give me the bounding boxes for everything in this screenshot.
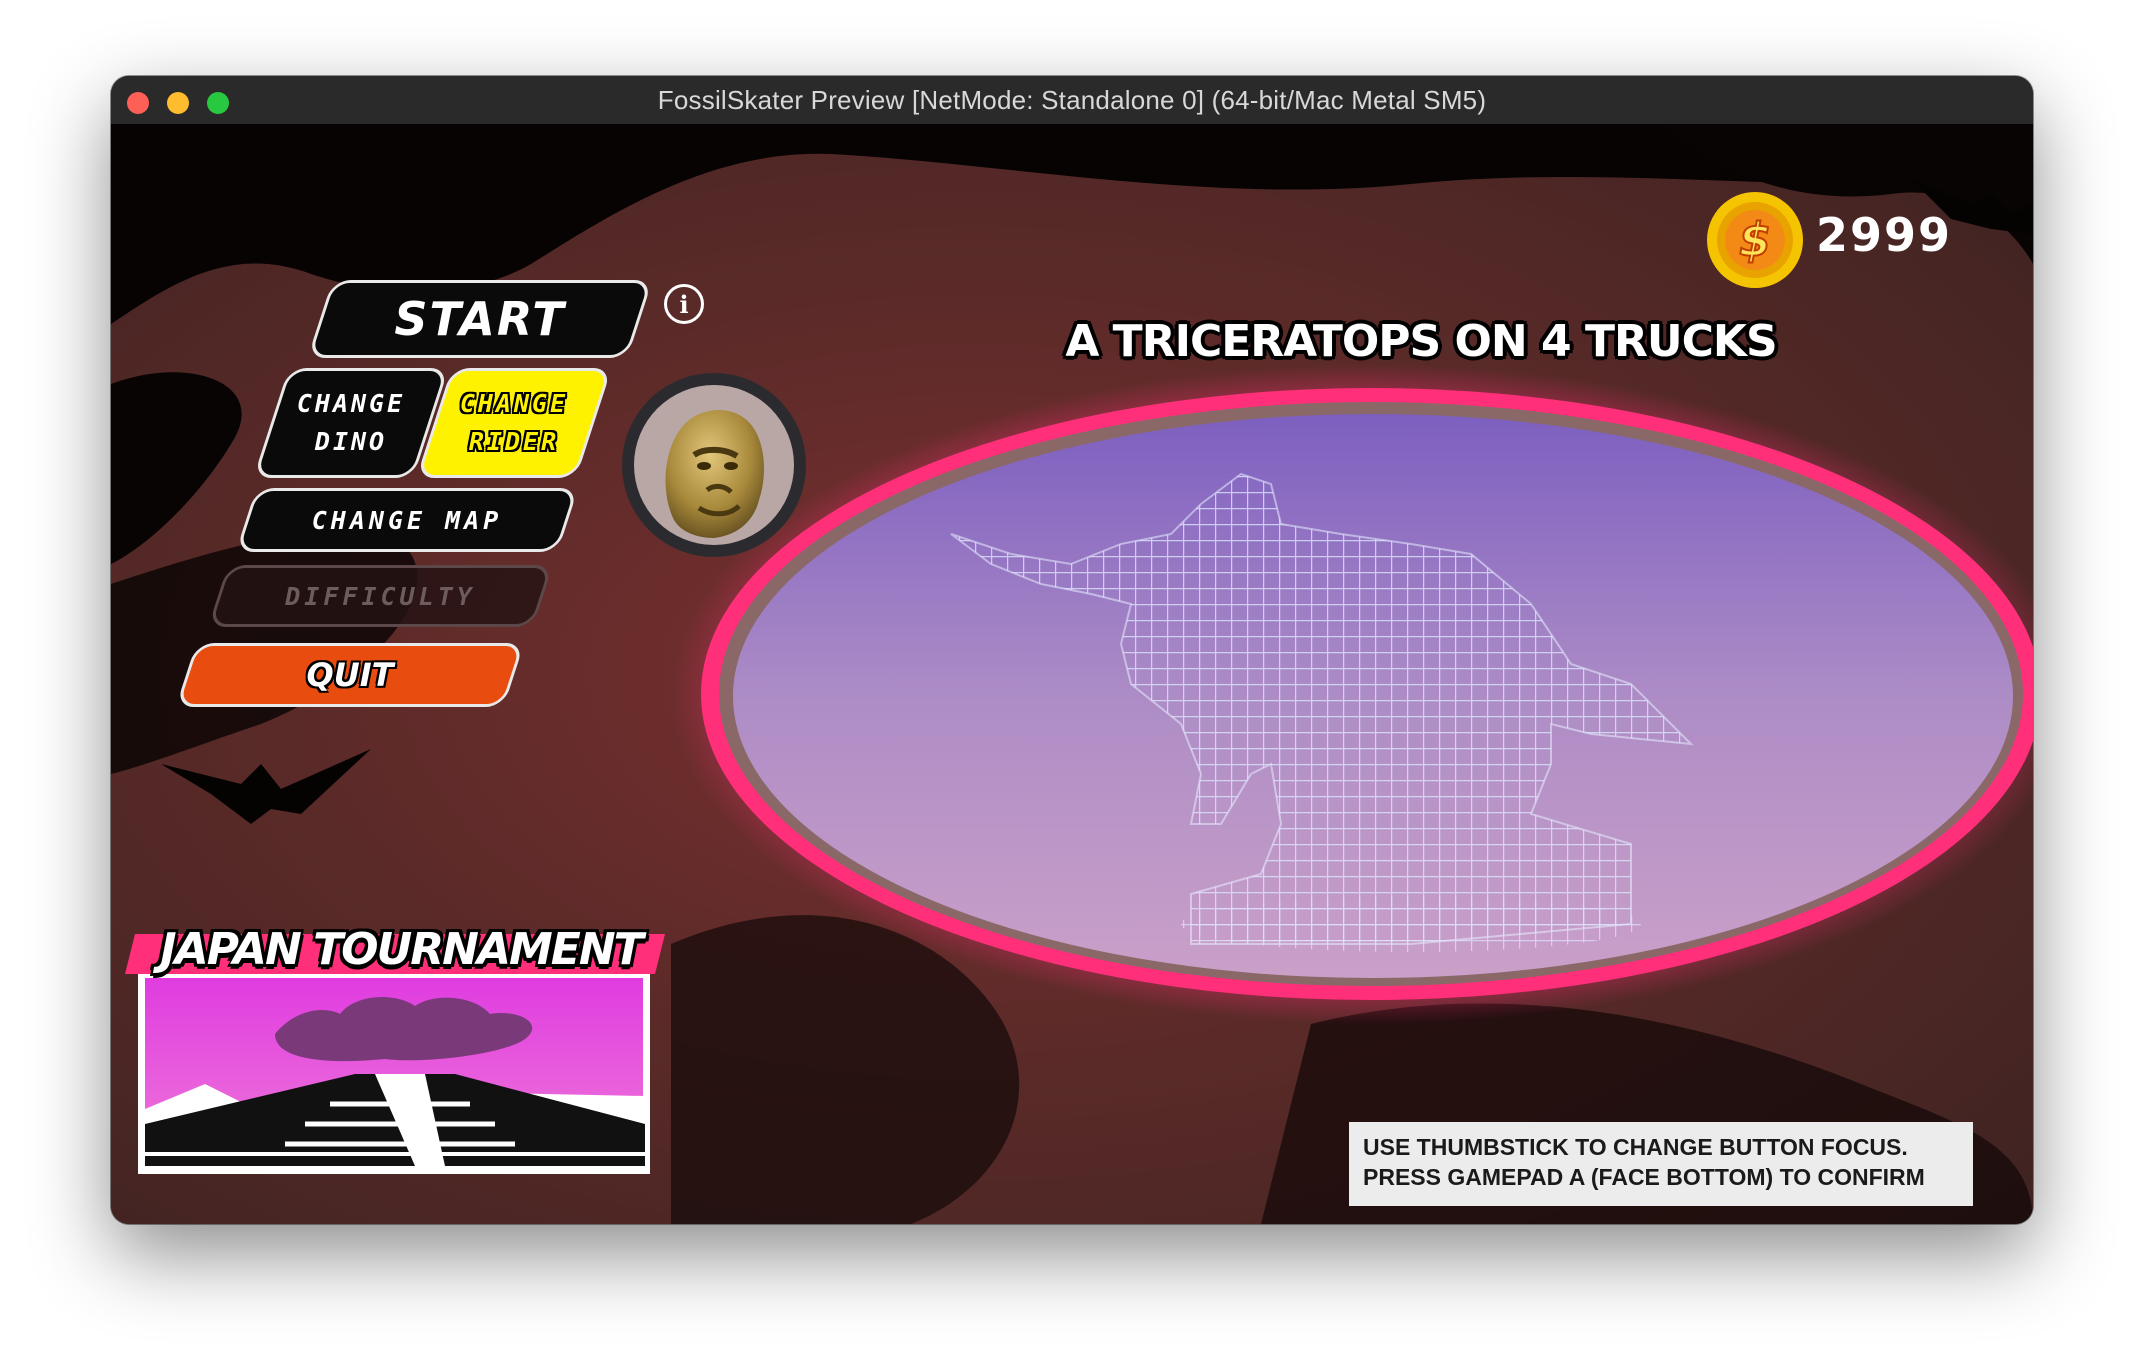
start-button[interactable]: START — [307, 280, 653, 358]
svg-text:$: $ — [1739, 213, 1771, 267]
change-dino-button[interactable]: CHANGE DINO — [253, 368, 449, 478]
dino-name-title: A TRICERATOPS ON 4 TRUCKS — [1065, 316, 1777, 367]
minimize-window-button[interactable] — [167, 92, 189, 114]
change-rider-button[interactable]: CHANGE RIDER — [416, 368, 612, 478]
title-bar: FossilSkater Preview [NetMode: Standalon… — [111, 76, 2033, 125]
tournament-title: JAPAN TOURNAMENT — [160, 923, 643, 975]
game-viewport: START i CHANGE DINO CHANGE RIDER CHANGE … — [111, 124, 2033, 1224]
change-map-button[interactable]: CHANGE MAP — [235, 488, 579, 552]
info-icon[interactable]: i — [664, 284, 704, 324]
difficulty-button: DIFFICULTY — [207, 565, 554, 627]
hint-line-1: USE THUMBSTICK TO CHANGE BUTTON FOCUS. — [1363, 1134, 1908, 1160]
hint-line-2: PRESS GAMEPAD A (FACE BOTTOM) TO CONFIRM — [1363, 1164, 1925, 1190]
controls-hint: USE THUMBSTICK TO CHANGE BUTTON FOCUS. P… — [1349, 1122, 1973, 1206]
quit-button[interactable]: QUIT — [175, 643, 525, 707]
close-window-button[interactable] — [127, 92, 149, 114]
gorilla-rider-avatar-icon[interactable] — [619, 370, 809, 560]
dollar-coin-icon: $ — [1707, 192, 1803, 288]
game-window: FossilSkater Preview [NetMode: Standalon… — [111, 76, 2033, 1224]
coin-count: 2999 — [1816, 208, 1953, 262]
window-title: FossilSkater Preview [NetMode: Standalon… — [657, 84, 1487, 115]
maximize-window-button[interactable] — [207, 92, 229, 114]
